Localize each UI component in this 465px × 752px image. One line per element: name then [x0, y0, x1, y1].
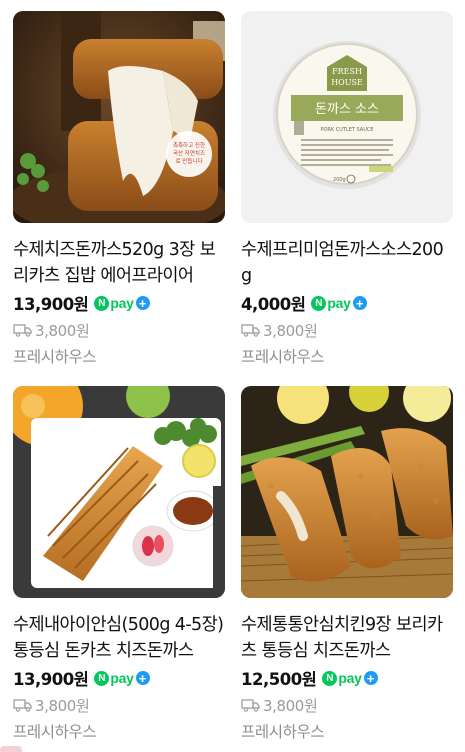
svg-text:로 만듭니다: 로 만듭니다	[175, 157, 202, 165]
product-image-chicken-tenders[interactable]	[241, 386, 453, 598]
truck-icon	[241, 324, 260, 337]
product-image-tenderloin-cutlet[interactable]	[13, 386, 225, 598]
npay-plus: +	[352, 296, 367, 310]
shipping-fee: 3,800원	[35, 321, 90, 340]
shipping-row: 3,800원	[13, 319, 225, 341]
product-price: 13,900원	[13, 670, 89, 689]
npay-text: pay	[327, 295, 351, 311]
sauce-brand-bottom: HOUSE	[331, 78, 363, 87]
svg-text:국산 자연치즈: 국산 자연치즈	[173, 149, 205, 157]
shipping-fee: 3,800원	[35, 696, 90, 715]
npay-n: N	[94, 295, 110, 311]
shipping-row: 3,800원	[241, 319, 453, 341]
store-name[interactable]: 프레시하우스	[13, 345, 225, 367]
product-price: 4,000원	[241, 295, 306, 314]
npay-n: N	[322, 670, 338, 686]
price-row: 13,900원 N pay +	[13, 291, 225, 315]
shipping-fee: 3,800원	[263, 321, 318, 340]
product-price: 12,500원	[241, 670, 317, 689]
store-name[interactable]: 프레시하우스	[241, 345, 453, 367]
price-row: 12,500원 N pay +	[241, 666, 453, 690]
scroll-indicator	[0, 746, 22, 752]
product-grid: 촉촉하고 진한 국산 자연치즈 로 만듭니다 수제치즈돈까스520g 3장 보리…	[0, 0, 465, 752]
truck-icon	[13, 699, 32, 712]
npay-badge-icon: N pay +	[322, 670, 378, 686]
npay-badge-icon: N pay +	[94, 670, 150, 686]
product-card[interactable]: FRESH HOUSE 돈까스 소스 PORK CUTLET SAUCE 200…	[241, 11, 453, 367]
product-image-cheese-cutlet[interactable]: 촉촉하고 진한 국산 자연치즈 로 만듭니다	[13, 11, 225, 223]
sauce-title: 돈까스 소스	[315, 102, 379, 117]
product-card[interactable]: 촉촉하고 진한 국산 자연치즈 로 만듭니다 수제치즈돈까스520g 3장 보리…	[13, 11, 225, 367]
product-price: 13,900원	[13, 295, 89, 314]
sauce-weight: 200g	[333, 177, 346, 183]
npay-n: N	[311, 295, 327, 311]
sauce-brand-top: FRESH	[332, 67, 362, 76]
store-name[interactable]: 프레시하우스	[13, 720, 225, 742]
product-image-sauce[interactable]: FRESH HOUSE 돈까스 소스 PORK CUTLET SAUCE 200…	[241, 11, 453, 223]
npay-badge-icon: N pay +	[311, 295, 367, 311]
shipping-fee: 3,800원	[263, 696, 318, 715]
store-name[interactable]: 프레시하우스	[241, 720, 453, 742]
product-title[interactable]: 수제프리미엄돈까스소스200g	[241, 237, 453, 289]
product-title[interactable]: 수제치즈돈까스520g 3장 보리카츠 집밥 에어프라이어	[13, 237, 225, 289]
npay-text: pay	[338, 670, 362, 686]
shipping-row: 3,800원	[241, 694, 453, 716]
truck-icon	[13, 324, 32, 337]
product-card[interactable]: 수제통통안심치킨9장 보리카츠 통등심 치즈돈까스 12,500원 N pay …	[241, 386, 453, 742]
product-title[interactable]: 수제통통안심치킨9장 보리카츠 통등심 치즈돈까스	[241, 612, 453, 664]
product-card[interactable]: 수제내아이안심(500g 4-5장)통등심 돈카츠 치즈돈까스 13,900원 …	[13, 386, 225, 742]
product-title[interactable]: 수제내아이안심(500g 4-5장)통등심 돈카츠 치즈돈까스	[13, 612, 225, 664]
npay-plus: +	[135, 296, 150, 310]
price-row: 13,900원 N pay +	[13, 666, 225, 690]
svg-text:촉촉하고 진한: 촉촉하고 진한	[173, 141, 205, 149]
npay-n: N	[94, 670, 110, 686]
price-row: 4,000원 N pay +	[241, 291, 453, 315]
npay-plus: +	[135, 671, 150, 685]
shipping-row: 3,800원	[13, 694, 225, 716]
npay-text: pay	[110, 670, 134, 686]
truck-icon	[241, 699, 260, 712]
npay-badge-icon: N pay +	[94, 295, 150, 311]
npay-plus: +	[363, 671, 378, 685]
npay-text: pay	[110, 295, 134, 311]
sauce-subtitle: PORK CUTLET SAUCE	[320, 127, 373, 133]
